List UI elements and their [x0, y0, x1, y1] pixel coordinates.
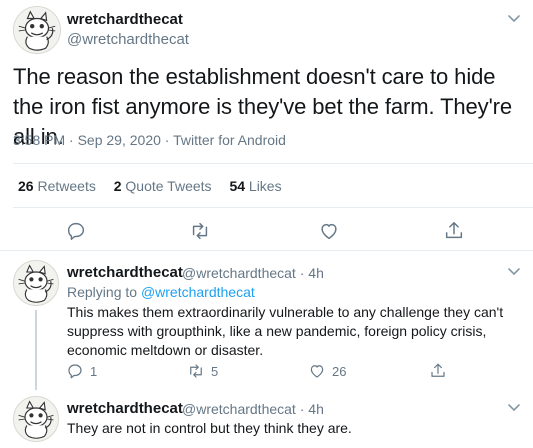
- tweet-meta: 3:58 PM · Sep 29, 2020 · Twitter for And…: [13, 132, 286, 148]
- retweets-stat[interactable]: 26 Retweets: [18, 178, 96, 194]
- chevron-down-icon[interactable]: [505, 398, 523, 416]
- cat-avatar-icon: [14, 397, 58, 441]
- author-display-name[interactable]: wretchardthecat: [67, 11, 183, 28]
- share-button[interactable]: [429, 362, 447, 380]
- reply-display-name[interactable]: wretchardthecat: [67, 264, 183, 281]
- like-button[interactable]: [318, 220, 340, 242]
- reply-button[interactable]: [65, 220, 87, 242]
- reply-age[interactable]: 4h: [308, 401, 324, 417]
- chevron-down-icon[interactable]: [505, 262, 523, 280]
- heart-icon: [318, 220, 340, 242]
- divider: [13, 163, 533, 164]
- like-button[interactable]: 26: [308, 362, 346, 380]
- engagement-stats: 26 Retweets 2 Quote Tweets 54 Likes: [18, 178, 296, 194]
- replying-to-link[interactable]: @wretchardthecat: [141, 284, 255, 300]
- share-icon: [443, 220, 465, 242]
- divider: [13, 207, 533, 208]
- reply-handle: @wretchardthecat · 4h: [182, 401, 324, 417]
- reply-text: This makes them extraordinarily vulnerab…: [67, 304, 504, 358]
- avatar[interactable]: [13, 6, 61, 54]
- heart-icon: [308, 362, 326, 380]
- retweet-count: 5: [211, 363, 219, 379]
- reply-age[interactable]: 4h: [308, 265, 324, 281]
- likes-stat[interactable]: 54 Likes: [229, 178, 281, 194]
- avatar[interactable]: [13, 396, 59, 442]
- retweet-icon: [187, 362, 205, 380]
- reply-icon: [65, 220, 87, 242]
- reply-handle: @wretchardthecat · 4h: [182, 265, 324, 281]
- thread-line: [35, 310, 37, 390]
- share-icon: [429, 362, 447, 380]
- quote-tweets-stat[interactable]: 2 Quote Tweets: [114, 178, 212, 194]
- like-count: 26: [332, 363, 347, 379]
- replying-to: Replying to @wretchardthecat: [67, 284, 255, 300]
- reply-icon: [66, 362, 84, 380]
- retweet-button[interactable]: 5: [187, 362, 218, 380]
- tweet-time[interactable]: 3:58 PM: [13, 132, 65, 148]
- tweet-date[interactable]: Sep 29, 2020: [78, 132, 161, 148]
- retweet-icon: [189, 220, 211, 242]
- reply-display-name[interactable]: wretchardthecat: [67, 400, 183, 417]
- author-handle[interactable]: @wretchardthecat: [67, 31, 189, 48]
- reply-button[interactable]: 1: [66, 362, 97, 380]
- cat-avatar-icon: [14, 261, 58, 305]
- reply-text: They are not in control but they think t…: [67, 420, 352, 436]
- divider: [0, 250, 533, 251]
- share-button[interactable]: [443, 220, 465, 242]
- chevron-down-icon[interactable]: [505, 9, 523, 27]
- avatar[interactable]: [13, 260, 59, 306]
- tweet-source[interactable]: Twitter for Android: [173, 132, 286, 148]
- reply-count: 1: [90, 363, 98, 379]
- cat-avatar-icon: [14, 7, 60, 53]
- retweet-button[interactable]: [189, 220, 211, 242]
